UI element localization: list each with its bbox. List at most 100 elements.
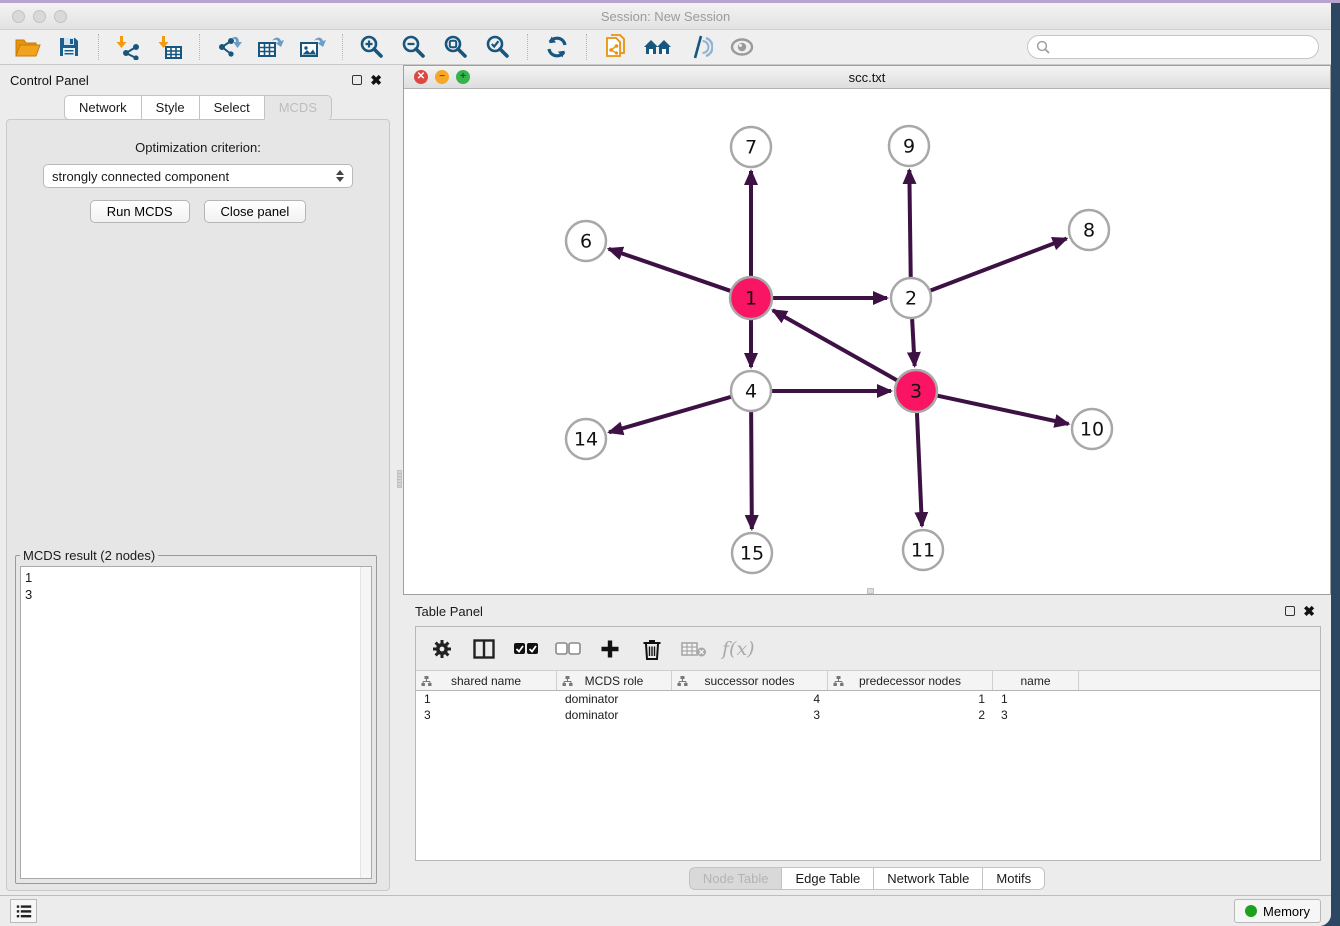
cell-name[interactable]: 3: [993, 708, 1079, 722]
import-network-button[interactable]: [109, 32, 147, 62]
import-table-button[interactable]: [151, 32, 189, 62]
graph-edge-4-15[interactable]: [751, 412, 752, 529]
selected-criterion: strongly connected component: [52, 169, 336, 184]
column-header-predecessor-nodes[interactable]: predecessor nodes: [828, 671, 993, 690]
graph-edge-3-1[interactable]: [773, 310, 897, 380]
tab-motifs[interactable]: Motifs: [982, 867, 1045, 890]
column-header-shared-name[interactable]: shared name: [416, 671, 557, 690]
tab-select[interactable]: Select: [199, 95, 264, 120]
memory-button[interactable]: Memory: [1234, 899, 1321, 923]
home-layout-button[interactable]: [639, 32, 677, 62]
export-table-button[interactable]: [252, 32, 290, 62]
cell-mcds-role[interactable]: dominator: [557, 692, 672, 706]
export-image-button[interactable]: [294, 32, 332, 62]
cell-shared-name[interactable]: 1: [416, 692, 557, 706]
optimization-criterion-label: Optimization criterion:: [7, 140, 389, 155]
mcds-tab-content: Optimization criterion: strongly connect…: [6, 119, 390, 891]
application-window: Session: New Session: [0, 3, 1331, 926]
graph-edge-2-8[interactable]: [931, 239, 1067, 291]
cell-name[interactable]: 1: [993, 692, 1079, 706]
zoom-out-icon: [401, 34, 427, 60]
network-canvas[interactable]: 7968124314101511: [404, 89, 1330, 594]
column-label: MCDS role: [585, 674, 644, 688]
network-resize-grip[interactable]: [867, 588, 874, 594]
graph-node-label-9: 9: [903, 136, 915, 158]
show-hide-eye-button[interactable]: [723, 32, 761, 62]
copy-network-icon: [603, 33, 629, 61]
network-graph[interactable]: 7968124314101511: [404, 89, 1330, 593]
save-session-button[interactable]: [50, 32, 88, 62]
graph-edge-1-6[interactable]: [609, 249, 731, 291]
zoom-selected-button[interactable]: [479, 32, 517, 62]
save-floppy-icon: [57, 35, 81, 59]
panel-splitter[interactable]: [396, 65, 403, 895]
maximize-network-button[interactable]: +: [456, 70, 470, 84]
table-settings-button[interactable]: [428, 634, 456, 664]
zoom-out-button[interactable]: [395, 32, 433, 62]
close-panel-button-mcds[interactable]: Close panel: [204, 200, 307, 223]
task-history-button[interactable]: [10, 899, 37, 923]
graph-edge-2-9[interactable]: [909, 170, 910, 277]
column-header-mcds-role[interactable]: MCDS role: [557, 671, 672, 690]
mcds-result-area[interactable]: 1 3: [20, 566, 372, 879]
search-input[interactable]: [1055, 40, 1310, 55]
cell-predecessor-nodes[interactable]: 2: [828, 708, 993, 722]
table-row[interactable]: 1 dominator 4 1 1: [416, 691, 1320, 707]
table-row[interactable]: 3 dominator 3 2 3: [416, 707, 1320, 723]
cell-successor-nodes[interactable]: 4: [672, 692, 828, 706]
toggle-graphics-details-button[interactable]: [681, 32, 719, 62]
splitter-grip[interactable]: [397, 470, 402, 488]
search-field[interactable]: [1027, 35, 1319, 59]
deselect-all-columns-button[interactable]: [554, 634, 582, 664]
tab-network[interactable]: Network: [64, 95, 141, 120]
add-column-button[interactable]: [596, 634, 624, 664]
memory-status-icon: [1245, 905, 1257, 917]
zoom-in-button[interactable]: [353, 32, 391, 62]
graph-edge-2-3[interactable]: [912, 319, 915, 366]
toolbar-separator: [342, 34, 343, 60]
result-line: 3: [25, 586, 356, 603]
float-table-panel-button[interactable]: [1281, 606, 1299, 616]
graph-edge-3-10[interactable]: [938, 396, 1069, 424]
copy-network-button[interactable]: [597, 32, 635, 62]
mcds-result-text: 1 3: [21, 567, 360, 878]
delete-table-icon: [681, 641, 707, 657]
tab-node-table[interactable]: Node Table: [689, 867, 782, 890]
select-all-columns-button[interactable]: [512, 634, 540, 664]
close-table-panel-button[interactable]: ✖: [1299, 606, 1319, 616]
control-panel-title: Control Panel: [10, 73, 348, 88]
close-panel-button[interactable]: ✖: [366, 75, 386, 85]
tab-mcds[interactable]: MCDS: [264, 95, 332, 120]
tab-network-table[interactable]: Network Table: [873, 867, 982, 890]
column-header-name[interactable]: name: [993, 671, 1079, 690]
float-panel-button[interactable]: [348, 75, 366, 85]
column-header-successor-nodes[interactable]: successor nodes: [672, 671, 828, 690]
cell-successor-nodes[interactable]: 3: [672, 708, 828, 722]
export-network-button[interactable]: [210, 32, 248, 62]
cell-mcds-role[interactable]: dominator: [557, 708, 672, 722]
open-session-button[interactable]: [8, 32, 46, 62]
checked-boxes-icon: [513, 642, 539, 656]
close-network-button[interactable]: ✕: [414, 70, 428, 84]
toolbar-separator: [527, 34, 528, 60]
optimization-criterion-select[interactable]: strongly connected component: [43, 164, 353, 188]
tab-edge-table[interactable]: Edge Table: [781, 867, 873, 890]
graph-edge-4-14[interactable]: [609, 397, 731, 432]
result-scrollbar[interactable]: [360, 567, 371, 878]
gear-icon: [431, 638, 453, 660]
node-table: shared name MCDS role successor nodes: [416, 670, 1320, 860]
minimize-network-button[interactable]: −: [435, 70, 449, 84]
cell-predecessor-nodes[interactable]: 1: [828, 692, 993, 706]
mcds-result-box: MCDS result (2 nodes) 1 3: [15, 548, 377, 884]
table-toolbar: f(x): [416, 627, 1320, 670]
graph-node-label-11: 11: [911, 540, 935, 562]
delete-column-button[interactable]: [638, 634, 666, 664]
run-mcds-button[interactable]: Run MCDS: [90, 200, 190, 223]
refresh-network-button[interactable]: [538, 32, 576, 62]
split-columns-button[interactable]: [470, 634, 498, 664]
zoom-fit-button[interactable]: [437, 32, 475, 62]
graph-edge-3-11[interactable]: [917, 413, 922, 526]
cell-shared-name[interactable]: 3: [416, 708, 557, 722]
workspace-column: scc.txt ✕ − + 7968124314101511: [403, 65, 1331, 895]
tab-style[interactable]: Style: [141, 95, 199, 120]
